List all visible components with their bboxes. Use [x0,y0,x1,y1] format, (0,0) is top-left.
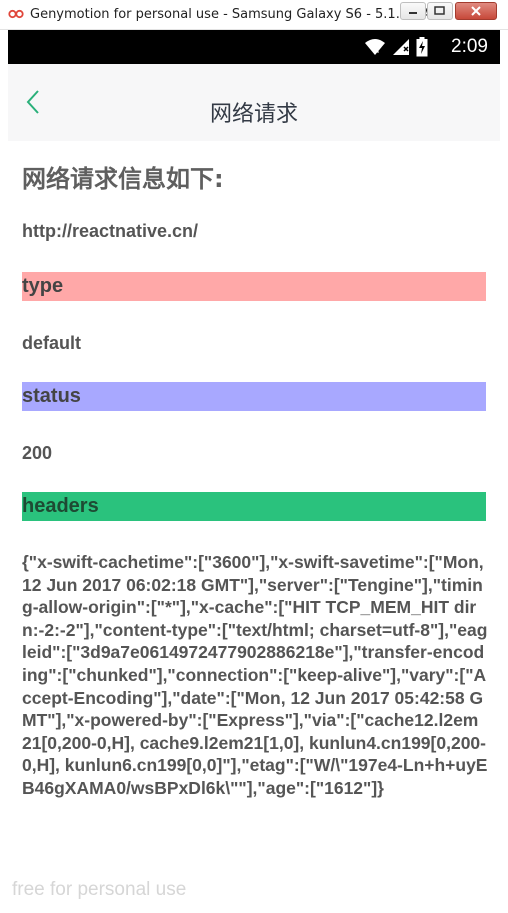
watermark: free for personal use [12,879,187,900]
navigation-bar: 网络请求 [8,64,500,141]
window-frame-left [0,30,8,913]
window-title: Genymotion for personal use - Samsung Ga… [30,7,443,22]
signal-icon [393,39,409,55]
maximize-button[interactable] [427,2,453,20]
window-titlebar: Genymotion for personal use - Samsung Ga… [0,0,508,30]
wifi-icon [365,39,385,55]
genymotion-logo-icon [8,9,24,19]
status-band: status [22,382,486,411]
minimize-button[interactable] [400,2,426,20]
battery-charging-icon [416,37,428,57]
page-title: 网络请求 [209,102,298,127]
headers-value: {"x-swift-cachetime":["3600"],"x-swift-s… [22,552,488,798]
close-button[interactable] [455,2,497,20]
headers-label: headers [22,495,99,517]
status-value: 200 [22,443,53,463]
type-value: default [22,333,82,353]
status-time: 2:09 [451,36,488,57]
minimize-icon [409,12,417,14]
android-status-bar: 2:09 [8,30,500,64]
status-label: status [22,385,81,407]
section-heading: 网络请求信息如下: [22,165,224,193]
window-frame-right [500,30,508,913]
response-info-panel: 网络请求信息如下: http://reactnative.cn/ type de… [8,141,500,913]
type-band: type [22,272,486,301]
maximize-icon [434,6,445,15]
close-icon [471,6,481,16]
headers-band: headers [22,492,486,521]
type-label: type [22,275,64,297]
request-url: http://reactnative.cn/ [22,221,199,241]
